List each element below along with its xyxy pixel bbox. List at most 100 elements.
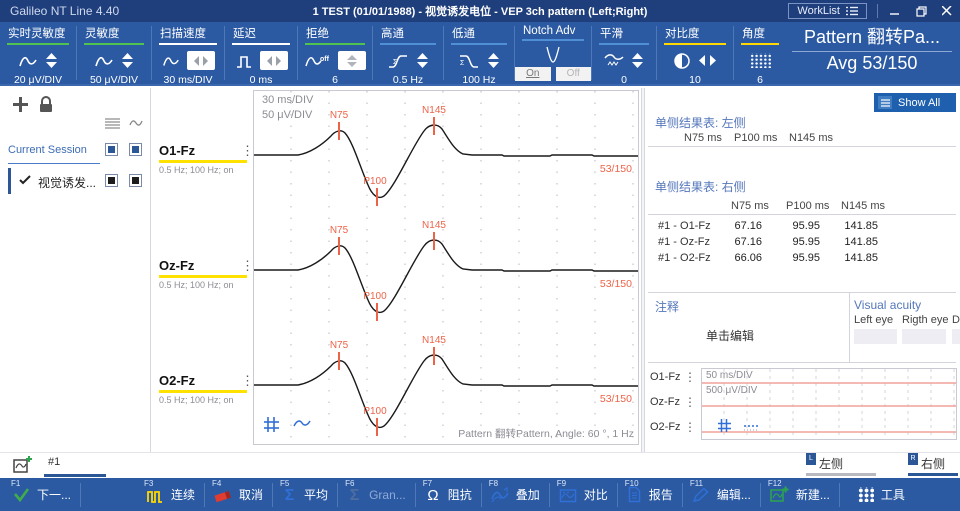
group-sweep-speed: 扫描速度 30 ms/DIV xyxy=(152,22,224,84)
sensitivity-stepper[interactable] xyxy=(121,52,134,69)
mode-block: Pattern 翻转Pa... Avg 53/150 xyxy=(788,22,960,84)
mini-dotted-toggle-icon[interactable] xyxy=(744,422,758,431)
annotation-title: 注释 xyxy=(655,298,679,315)
tab-right-side[interactable]: R 右侧 xyxy=(908,455,945,472)
item-checkbox-wave[interactable] xyxy=(129,174,142,187)
edit-button[interactable]: F11 编辑... xyxy=(683,478,760,511)
contrast-icon xyxy=(673,52,691,70)
wave-off-icon: off xyxy=(305,53,331,69)
marker-p100: P100 xyxy=(363,176,387,187)
mini-time-scale: 50 ms/DIV xyxy=(706,370,753,381)
tab-left-side[interactable]: L 左侧 xyxy=(806,455,843,472)
current-session-label: Current Session xyxy=(8,144,87,156)
wave-column-icon[interactable] xyxy=(129,118,143,128)
trace-tab-strip: #1 L 左侧 R 右侧 xyxy=(0,452,960,478)
session-checkbox-list[interactable] xyxy=(105,143,118,156)
worklist-button[interactable]: WorkList xyxy=(788,3,867,19)
grand-average-button[interactable]: F6 Σ Gran... xyxy=(338,478,415,511)
highpass-stepper[interactable] xyxy=(416,52,429,69)
notch-off-button[interactable]: Off xyxy=(556,67,592,81)
contrast-stepper[interactable] xyxy=(698,54,717,67)
grid-lines xyxy=(291,91,633,444)
channel-label-o2: O2-Fz ⋮ 0.5 Hz; 100 Hz; on xyxy=(159,373,255,405)
add-trace-icon[interactable] xyxy=(13,455,33,475)
cancel-button[interactable]: F4 取消 xyxy=(205,478,272,511)
left-eye-field[interactable] xyxy=(854,329,897,344)
waveform-chart: N75 P100 N145 53/150 N75 P100 N145 53/15… xyxy=(253,90,639,445)
dot-grid-icon[interactable] xyxy=(749,53,771,68)
content-area: Current Session 视觉诱发... O1-Fz ⋮ 0.5 Hz; … xyxy=(0,88,960,452)
show-all-button[interactable]: Show All xyxy=(874,93,956,112)
mini-channel-menu-icon[interactable]: ⋮ xyxy=(684,370,696,384)
grid-toggle-icon[interactable] xyxy=(264,417,279,432)
mode-title: Pattern 翻转Pa... xyxy=(792,23,952,49)
minimize-button[interactable] xyxy=(882,0,908,22)
superimpose-button[interactable]: F8 叠加 xyxy=(482,478,549,511)
item-checkbox-list[interactable] xyxy=(105,174,118,187)
vep-waveforms: N75 P100 N145 53/150 N75 P100 N145 53/15… xyxy=(254,91,638,444)
group-contrast: 对比度 10 xyxy=(657,22,733,84)
tools-button[interactable]: 工具 xyxy=(848,478,914,511)
group-sensitivity: 灵敏度 50 μV/DIV xyxy=(77,22,151,84)
visual-acuity-title: Visual acuity xyxy=(854,298,921,312)
stimulus-footer: Pattern 翻转Pattern, Angle: 60 °, 1 Hz xyxy=(458,426,634,441)
marker-n75: N75 xyxy=(330,110,349,121)
tab-trace-1[interactable]: #1 xyxy=(48,456,60,468)
wave-toggle-icon[interactable] xyxy=(293,417,311,432)
average-button[interactable]: F5 Σ 平均 xyxy=(273,478,337,511)
mini-volt-scale: 500 μV/DIV xyxy=(706,385,757,396)
avg-count-oz: 53/150 xyxy=(600,278,632,290)
check-icon xyxy=(19,175,31,185)
delay-stepper[interactable] xyxy=(260,51,288,70)
highpass-filter-icon: Σ xyxy=(387,53,409,69)
mini-channel-menu-icon[interactable]: ⋮ xyxy=(684,420,696,434)
avg-counter: Avg 53/150 xyxy=(792,53,952,74)
sigma-dim-icon: Σ xyxy=(347,486,362,503)
smooth-icon xyxy=(604,52,624,69)
continuous-button[interactable]: F3 连续 xyxy=(137,478,204,511)
title-bar: Galileo NT Line 4.40 1 TEST (01/01/1988)… xyxy=(0,0,960,22)
session-checkbox-wave[interactable] xyxy=(129,143,142,156)
new-chart-icon xyxy=(770,486,789,503)
compare-button[interactable]: F9 对比 xyxy=(550,478,617,511)
notch-on-button[interactable]: On xyxy=(515,67,551,81)
volt-scale-label: 50 μV/DIV xyxy=(262,109,312,121)
new-test-button[interactable]: F12 新建... xyxy=(761,478,839,511)
next-button[interactable]: F1 下一... xyxy=(4,478,80,511)
smoothing-stepper[interactable] xyxy=(631,52,644,69)
reject-stepper[interactable] xyxy=(338,51,366,70)
add-session-icon[interactable] xyxy=(12,96,29,113)
list-column-icon[interactable] xyxy=(105,118,120,129)
svg-text:Σ: Σ xyxy=(350,487,360,503)
impedance-button[interactable]: F7 Ω 阻抗 xyxy=(416,478,481,511)
mini-channel-menu-icon[interactable]: ⋮ xyxy=(684,395,696,409)
restore-button[interactable] xyxy=(908,0,934,22)
avg-count-o2: 53/150 xyxy=(600,393,632,405)
group-realtime-sensitivity: 实时灵敏度 20 μV/DIV xyxy=(0,22,76,84)
channel-label-o1: O1-Fz ⋮ 0.5 Hz; 100 Hz; on xyxy=(159,143,255,175)
eraser-icon xyxy=(214,487,232,503)
sweep-speed-stepper[interactable] xyxy=(187,51,215,70)
group-notch: Notch Adv On Off xyxy=(515,22,591,84)
parameter-toolbar: 实时灵敏度 20 μV/DIV 灵敏度 50 μV/DIV 扫描速度 30 ms… xyxy=(0,22,960,86)
marker-n75: N75 xyxy=(330,340,349,351)
lowpass-stepper[interactable] xyxy=(487,52,500,69)
notch-icon xyxy=(540,45,566,65)
close-button[interactable] xyxy=(934,0,960,22)
realtime-sensitivity-stepper[interactable] xyxy=(45,52,58,69)
pulse-train-icon xyxy=(146,487,164,503)
mini-grid-toggle-icon[interactable] xyxy=(718,419,731,432)
difference-field[interactable] xyxy=(952,329,960,344)
sigma-icon: Σ xyxy=(282,486,297,503)
sidebar-item-vep[interactable]: 视觉诱发... xyxy=(38,174,102,191)
tools-grid-icon xyxy=(857,487,874,502)
annotation-edit-area[interactable]: 单击编辑 xyxy=(706,327,754,344)
results-panel: Show All 单侧结果表: 左侧 N75 ms P100 ms N145 m… xyxy=(646,88,960,452)
right-table-title: 单侧结果表: 右侧 xyxy=(655,178,746,195)
right-eye-field[interactable] xyxy=(902,329,946,344)
group-lowpass: 低通 Σ 100 Hz xyxy=(444,22,514,84)
panel-splitter[interactable] xyxy=(641,88,645,452)
report-button[interactable]: F10 报告 xyxy=(618,478,682,511)
group-highpass: 高通 Σ 0.5 Hz xyxy=(373,22,443,84)
lock-icon[interactable] xyxy=(38,96,54,113)
